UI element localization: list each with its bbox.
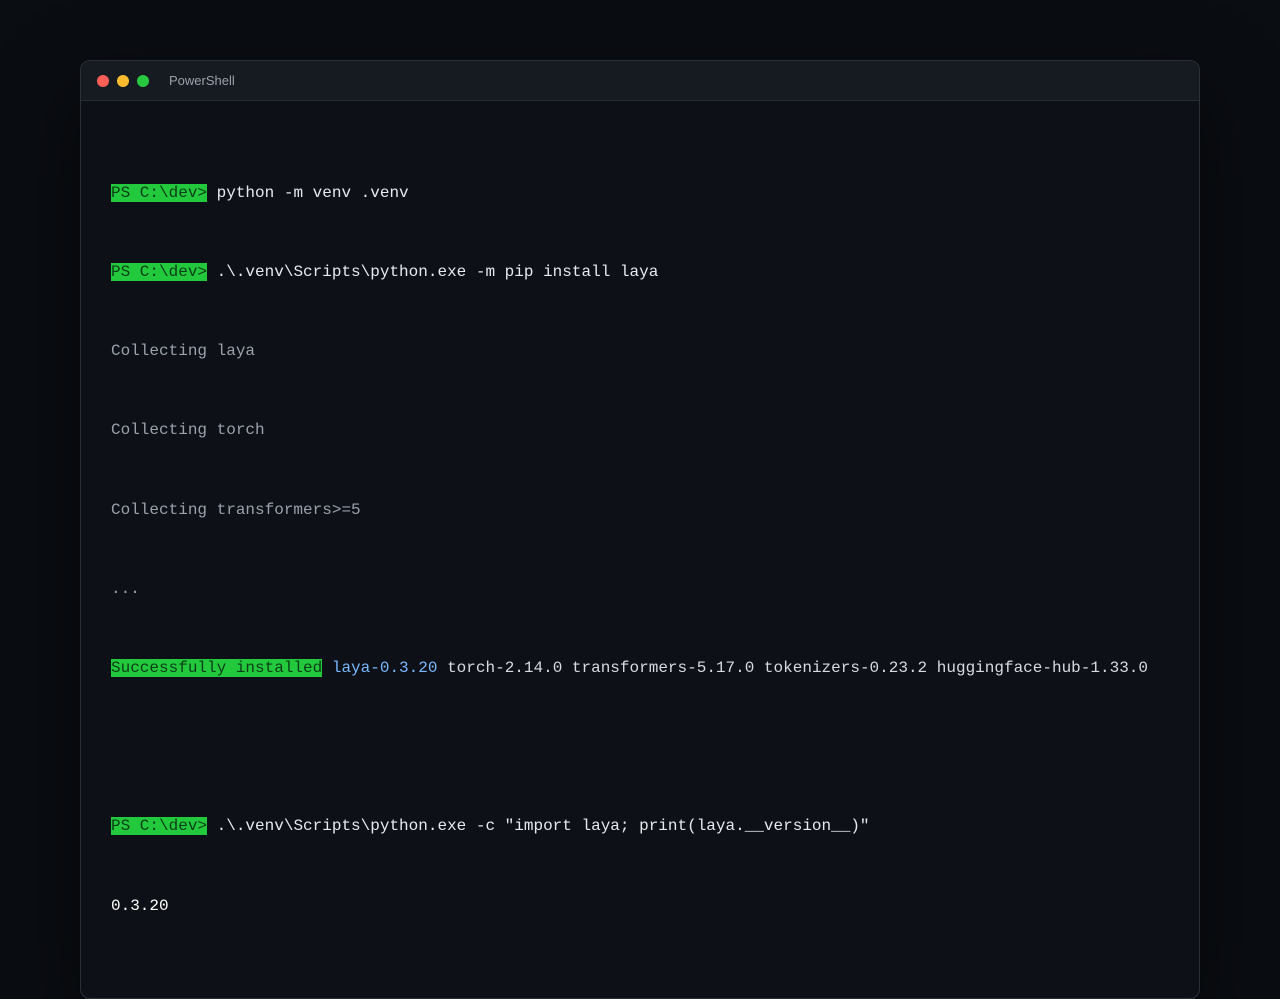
prompt: PS C:\dev> (111, 263, 208, 282)
maximize-window-button[interactable] (137, 74, 149, 87)
output-line: Collecting transformers>=5 (111, 500, 361, 519)
terminal-output[interactable]: PS C:\dev> python -m venv .venv PS C:\de… (81, 101, 1199, 998)
window-title: PowerShell (169, 73, 235, 88)
terminal-window: PowerShell PS C:\dev> python -m venv .ve… (80, 60, 1200, 999)
package-list: torch-2.14.0 transformers-5.17.0 tokeniz… (447, 659, 1148, 678)
title-bar: PowerShell (81, 61, 1199, 101)
command-text: .\.venv\Scripts\python.exe -c "import la… (216, 817, 870, 836)
minimize-window-button[interactable] (117, 74, 129, 87)
package-laya: laya-0.3.20 (331, 659, 438, 678)
version-output: 0.3.20 (111, 896, 169, 915)
terminal-line: PS C:\dev> .\.venv\Scripts\python.exe -m… (111, 259, 1169, 285)
command-text: .\.venv\Scripts\python.exe -m pip instal… (216, 263, 659, 282)
terminal-line: PS C:\dev> python -m venv .venv (111, 180, 1169, 206)
output-ellipsis: ... (111, 579, 140, 598)
command-text: python -m venv .venv (216, 183, 409, 202)
install-summary-line: Successfully installed laya-0.3.20 torch… (111, 655, 1169, 681)
terminal-line: PS C:\dev> .\.venv\Scripts\python.exe -c… (111, 813, 1169, 839)
prompt: PS C:\dev> (111, 817, 208, 836)
output-line: Collecting laya (111, 342, 256, 361)
output-line: Collecting torch (111, 421, 265, 440)
close-window-button[interactable] (97, 74, 109, 87)
prompt: PS C:\dev> (111, 183, 208, 202)
success-label: Successfully installed (111, 659, 323, 678)
